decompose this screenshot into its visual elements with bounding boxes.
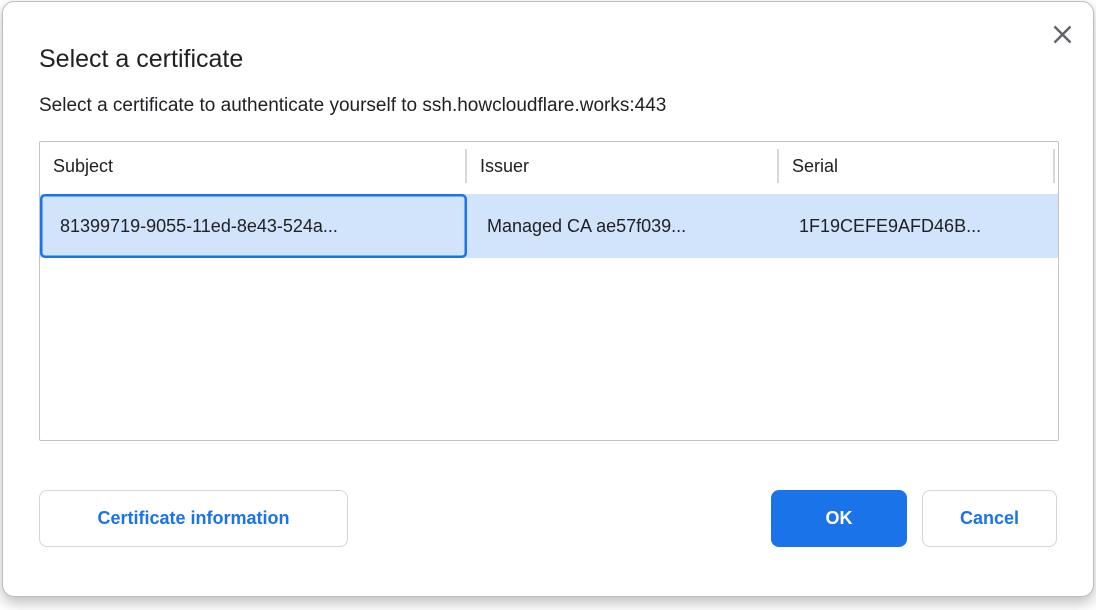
table-header-row: Subject Issuer Serial xyxy=(40,142,1058,190)
dialog-subtitle: Select a certificate to authenticate you… xyxy=(39,94,1057,118)
column-header-serial: Serial xyxy=(779,142,1055,190)
ok-button[interactable]: OK xyxy=(771,490,907,547)
cancel-button[interactable]: Cancel xyxy=(922,490,1057,547)
column-header-issuer: Issuer xyxy=(467,142,779,190)
select-certificate-dialog: Select a certificate Select a certificat… xyxy=(2,1,1094,597)
cell-gutter xyxy=(1055,194,1059,258)
cell-serial[interactable]: 1F19CEFE9AFD46B... xyxy=(779,194,1055,258)
column-header-subject: Subject xyxy=(40,142,467,190)
close-button[interactable] xyxy=(1047,19,1077,49)
table-body: 81399719-9055-11ed-8e43-524a... Managed … xyxy=(40,194,1058,441)
dialog-title: Select a certificate xyxy=(39,44,1057,74)
cell-issuer[interactable]: Managed CA ae57f039... xyxy=(467,194,779,258)
cell-subject[interactable]: 81399719-9055-11ed-8e43-524a... xyxy=(40,194,467,258)
column-header-gutter xyxy=(1055,142,1059,190)
certificate-table: Subject Issuer Serial 81399719-9055-11ed… xyxy=(39,141,1059,441)
close-icon xyxy=(1052,24,1073,45)
certificate-information-button[interactable]: Certificate information xyxy=(39,490,348,547)
dialog-footer: Certificate information OK Cancel xyxy=(39,490,1057,547)
certificate-row[interactable]: 81399719-9055-11ed-8e43-524a... Managed … xyxy=(40,194,1058,258)
